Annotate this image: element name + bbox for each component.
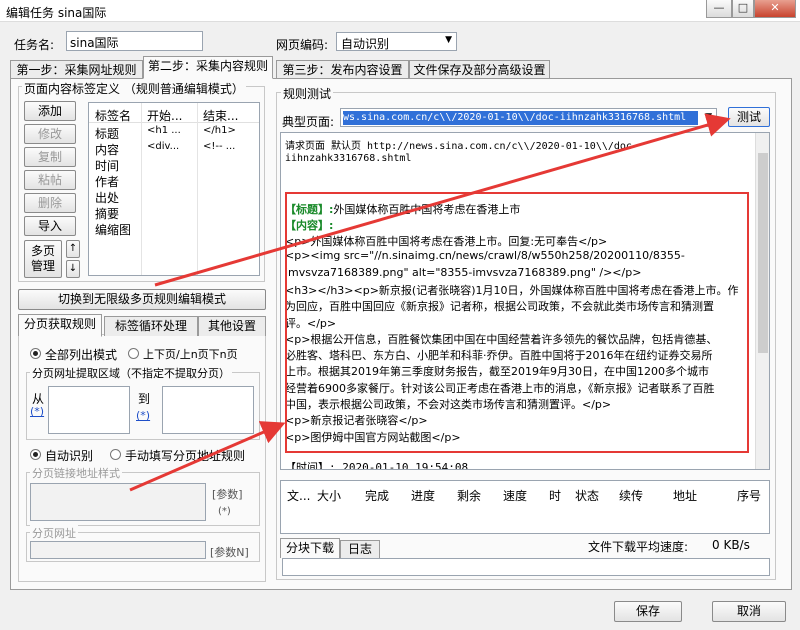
tag-cell[interactable]: </h1> — [203, 125, 236, 136]
download-column-header[interactable]: 完成 — [365, 487, 389, 504]
page-url-input[interactable] — [30, 541, 206, 559]
to-star-link[interactable]: (*) — [136, 409, 150, 422]
task-name-label: 任务名: — [14, 38, 55, 52]
rule-test-title: 规则测试 — [281, 85, 334, 102]
download-column-header[interactable]: 大小 — [317, 487, 341, 504]
paramN-button[interactable]: [参数N] — [210, 544, 249, 560]
manual-rule-radio[interactable] — [110, 449, 121, 460]
import-button[interactable]: 导入 — [24, 216, 76, 236]
maximize-button[interactable]: □ — [732, 0, 754, 18]
tag-cell[interactable]: 时间 — [95, 157, 119, 174]
chevron-down-icon: ▼ — [445, 35, 452, 45]
download-progress — [282, 558, 770, 576]
task-name-input[interactable]: sina国际 — [66, 31, 203, 51]
tag-cell[interactable]: 作者 — [95, 173, 119, 190]
tab-paging-rules[interactable]: 分页获取规则 — [18, 314, 102, 337]
typical-page-url: ws.sina.com.cn/c\\/2020-01-10\\/doc-iihn… — [343, 111, 698, 125]
encoding-select[interactable]: 自动识别 ▼ — [336, 32, 457, 51]
tab-other-settings[interactable]: 其他设置 — [198, 316, 266, 336]
download-table[interactable]: 文... 大小 完成 进度 剩余 速度 时状态 续传 地址 序号 — [280, 480, 770, 534]
scrollbar[interactable] — [755, 133, 769, 469]
tab-step1[interactable]: 第一步：采集网址规则 — [10, 60, 143, 80]
tab-step2[interactable]: 第二步：采集内容规则 — [143, 56, 273, 79]
url-style-input[interactable] — [30, 483, 206, 521]
download-column-header[interactable]: 进度 — [411, 487, 435, 504]
download-column-header[interactable]: 地址 — [673, 487, 697, 504]
download-column-header[interactable]: 时 — [549, 487, 561, 504]
avg-speed-label: 文件下载平均速度: — [588, 540, 689, 554]
title-bar: 编辑任务 sina国际 — □ ✕ — [0, 0, 800, 22]
tab-log[interactable]: 日志 — [340, 540, 380, 558]
list-all-mode-label: 全部列出模式 — [45, 348, 118, 362]
copy-button[interactable]: 复制 — [24, 147, 76, 167]
tag-cell[interactable]: <div... — [147, 141, 179, 152]
download-column-header[interactable]: 序号 — [737, 487, 761, 504]
encoding-value: 自动识别 — [341, 37, 390, 51]
edit-button[interactable]: 修改 — [24, 124, 76, 144]
paging-area-title: 分页网址提取区域（不指定不提取分页） — [30, 365, 232, 381]
tab-block-download[interactable]: 分块下载 — [280, 538, 340, 558]
tab-step4[interactable]: 文件保存及部分高级设置 — [409, 60, 550, 80]
encoding-label: 网页编码: — [276, 38, 329, 52]
from-star-link[interactable]: (*) — [30, 405, 44, 418]
tab-tag-loop[interactable]: 标签循环处理 — [104, 316, 198, 336]
time-result: 【时间】: 2020-01-10 19:54:08 — [285, 461, 469, 470]
tag-group-title: 页面内容标签定义 （规则普通编辑模式） — [22, 80, 246, 97]
tag-cell[interactable]: <h1 ... — [147, 125, 181, 136]
manual-rule-label: 手动填写分页地址规则 — [125, 449, 246, 463]
download-column-header[interactable]: 续传 — [619, 487, 643, 504]
arrow-down-icon: ↓ — [68, 263, 78, 274]
auto-detect-label: 自动识别 — [45, 449, 94, 463]
typical-page-select[interactable]: ws.sina.com.cn/c\\/2020-01-10\\/doc-iihn… — [340, 108, 717, 127]
column-header[interactable]: 结束... — [203, 107, 238, 124]
request-line: iihnzahk3316768.shtml — [285, 153, 412, 164]
window-title: 编辑任务 sina国际 — [6, 6, 107, 20]
tag-cell[interactable]: 内容 — [95, 141, 119, 158]
delete-button[interactable]: 删除 — [24, 193, 76, 213]
tag-cell[interactable]: 编缩图 — [95, 221, 131, 238]
url-style-title: 分页链接地址样式 — [30, 465, 122, 481]
minimize-button[interactable]: — — [706, 0, 732, 18]
close-button[interactable]: ✕ — [754, 0, 796, 18]
chevron-down-icon: ▼ — [705, 112, 712, 122]
move-up-button[interactable]: ↑ — [66, 240, 80, 258]
from-textarea[interactable] — [48, 386, 130, 434]
to-textarea[interactable] — [162, 386, 254, 434]
download-column-header[interactable]: 文... — [287, 487, 310, 504]
highlight-box — [285, 192, 749, 453]
list-all-mode-radio[interactable] — [30, 348, 41, 359]
param-star-label: (*) — [218, 506, 231, 517]
column-header[interactable]: 开始... — [147, 107, 182, 124]
tag-cell[interactable]: 出处 — [95, 189, 119, 206]
param-button[interactable]: [参数] — [212, 486, 243, 502]
cancel-button[interactable]: 取消 — [712, 601, 786, 622]
avg-speed-value: 0 KB/s — [712, 538, 750, 552]
prev-next-mode-label: 上下页/上n页下n页 — [143, 348, 238, 361]
download-column-header[interactable]: 速度 — [503, 487, 527, 504]
paste-button[interactable]: 粘帖 — [24, 170, 76, 190]
switch-multipage-mode-button[interactable]: 切换到无限级多页规则编辑模式 — [18, 289, 266, 310]
move-down-button[interactable]: ↓ — [66, 260, 80, 278]
add-button[interactable]: 添加 — [24, 101, 76, 121]
typical-page-label: 典型页面: — [282, 115, 335, 129]
tag-list[interactable]: 标签名 开始... 结束... 标题 <h1 ... </h1> 内容 <div... <… — [88, 102, 260, 276]
column-header[interactable]: 标签名 — [95, 107, 131, 124]
tag-cell[interactable]: 标题 — [95, 125, 119, 142]
save-button[interactable]: 保存 — [614, 601, 682, 622]
multipage-manage-button[interactable]: 多页 管理 — [24, 240, 62, 278]
tag-list-header: 标签名 开始... 结束... — [89, 103, 259, 275]
to-label: 到 — [138, 392, 151, 406]
auto-detect-radio[interactable] — [30, 449, 41, 460]
download-column-header[interactable]: 剩余 — [457, 487, 481, 504]
tag-cell[interactable]: 摘要 — [95, 205, 119, 222]
test-button[interactable]: 测试 — [728, 107, 770, 127]
page-url-title: 分页网址 — [30, 525, 78, 541]
prev-next-mode-radio[interactable] — [128, 348, 139, 359]
tab-step3[interactable]: 第三步：发布内容设置 — [276, 60, 409, 80]
request-line: 请求页面 默认页 http://news.sina.com.cn/c\\/202… — [285, 141, 638, 152]
arrow-up-icon: ↑ — [68, 243, 78, 254]
download-column-header[interactable]: 状态 — [575, 487, 599, 504]
tag-cell[interactable]: <!-- ... — [203, 141, 235, 152]
